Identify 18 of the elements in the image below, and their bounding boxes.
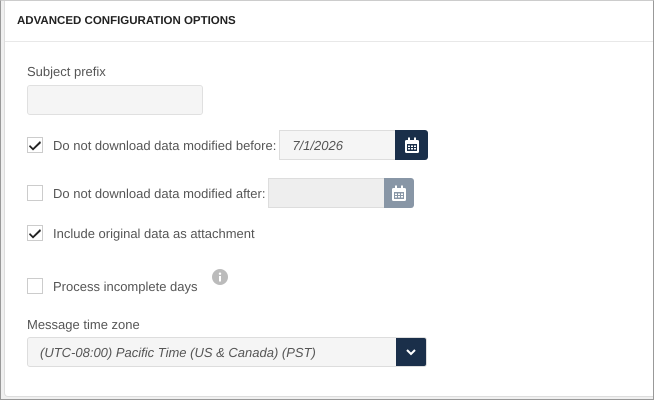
date-field[interactable]: 7/1/2026 [279, 130, 396, 160]
checkbox[interactable] [27, 225, 43, 241]
field-label: Message time zone [27, 317, 141, 332]
dropdown[interactable]: (UTC-08:00) Pacific Time (US & Canada) (PST) [27, 337, 427, 367]
calendar-button[interactable] [395, 130, 428, 160]
checkbox[interactable] [27, 278, 43, 294]
checkbox-label: Include original data as attachment [53, 226, 255, 240]
field-label: Subject prefix [27, 64, 107, 79]
panel-title: ADVANCED CONFIGURATION OPTIONS [17, 15, 236, 27]
checkbox-label: Process incomplete days [53, 278, 198, 294]
checkbox-label: Do not download data modified before: [53, 138, 276, 152]
checkbox-label: Do not download data modified after: [53, 186, 266, 200]
calendar-icon [404, 137, 420, 153]
input-field[interactable] [27, 85, 203, 115]
info-icon [212, 269, 228, 285]
caret-icon [406, 348, 416, 356]
checkbox[interactable] [27, 137, 43, 153]
calendar-icon [391, 185, 408, 201]
